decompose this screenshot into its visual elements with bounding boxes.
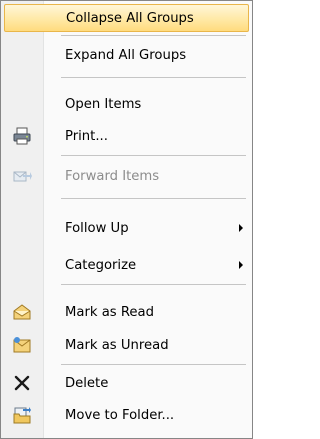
- menu-item-forward-items[interactable]: Forward Items: [4, 162, 249, 190]
- menu-item-open-items[interactable]: Open Items: [4, 90, 249, 118]
- envelope-closed-icon: [4, 331, 40, 359]
- menu-item-delete[interactable]: Delete: [4, 369, 249, 397]
- menu-item-categorize[interactable]: Categorize: [4, 251, 249, 279]
- menu-item-mark-as-unread[interactable]: Mark as Unread: [4, 331, 249, 359]
- menu-item-label: Collapse All Groups: [66, 10, 194, 26]
- menu-item-label: Expand All Groups: [65, 47, 187, 63]
- envelope-open-icon: [4, 298, 40, 326]
- menu-separator: [61, 364, 246, 365]
- menu-item-label: Forward Items: [65, 168, 160, 184]
- menu-item-label: Move to Folder...: [65, 407, 175, 423]
- delete-x-icon: [4, 369, 40, 397]
- menu-separator: [61, 284, 246, 285]
- menu-item-print[interactable]: Print...: [4, 122, 249, 150]
- printer-icon: [4, 122, 40, 150]
- submenu-arrow-icon: [239, 224, 243, 232]
- menu-item-expand-all-groups[interactable]: Expand All Groups: [4, 41, 249, 69]
- menu-item-label: Mark as Unread: [65, 337, 169, 353]
- menu-item-move-to-folder[interactable]: Move to Folder...: [4, 401, 249, 429]
- menu-separator: [61, 77, 246, 78]
- menu-item-mark-as-read[interactable]: Mark as Read: [4, 298, 249, 326]
- menu-separator: [61, 198, 246, 199]
- menu-item-label: Open Items: [65, 96, 142, 112]
- menu-item-label: Delete: [65, 375, 109, 391]
- forward-icon: [4, 162, 40, 190]
- context-menu: Collapse All Groups Expand All Groups Op…: [0, 0, 253, 439]
- menu-item-label: Print...: [65, 128, 108, 144]
- menu-separator: [61, 35, 246, 36]
- menu-item-label: Categorize: [65, 257, 137, 273]
- menu-separator: [61, 155, 246, 156]
- move-folder-icon: [4, 401, 40, 429]
- menu-item-follow-up[interactable]: Follow Up: [4, 214, 249, 242]
- menu-item-label: Follow Up: [65, 220, 129, 236]
- menu-item-label: Mark as Read: [65, 304, 154, 320]
- submenu-arrow-icon: [239, 261, 243, 269]
- menu-item-collapse-all-groups[interactable]: Collapse All Groups: [4, 4, 249, 32]
